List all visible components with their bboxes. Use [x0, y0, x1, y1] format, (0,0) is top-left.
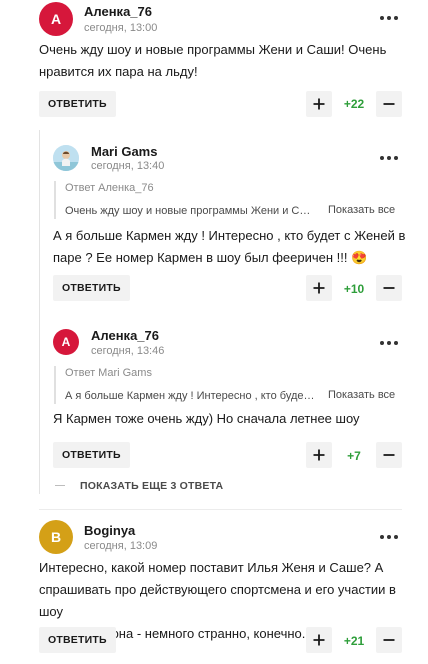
avatar[interactable]: А — [53, 329, 79, 355]
quote-author: Ответ Mari Gams — [65, 367, 152, 379]
comment-time: сегодня, 13:40 — [91, 160, 165, 172]
comment-author[interactable]: Mari Gams — [91, 144, 157, 159]
comment-author[interactable]: Boginya — [84, 523, 135, 538]
show-more-replies-button[interactable]: ПОКАЗАТЬ ЕЩЕ 3 ОТВЕТА — [80, 480, 223, 492]
avatar[interactable] — [53, 145, 79, 171]
user-photo-icon — [53, 145, 79, 171]
plus-icon — [313, 282, 325, 294]
comment-author[interactable]: Аленка_76 — [84, 4, 152, 19]
upvote-button[interactable] — [306, 91, 332, 117]
upvote-button[interactable] — [306, 627, 332, 653]
minus-icon — [383, 454, 395, 456]
downvote-button[interactable] — [376, 627, 402, 653]
reply-button[interactable]: ОТВЕТИТЬ — [53, 275, 130, 301]
comment-time: сегодня, 13:00 — [84, 22, 158, 34]
upvote-button[interactable] — [306, 275, 332, 301]
comment-time: сегодня, 13:46 — [91, 345, 165, 357]
quote-text: Очень жду шоу и новые программы Жени и С… — [65, 205, 311, 217]
more-options-icon[interactable] — [380, 153, 400, 163]
downvote-button[interactable] — [376, 275, 402, 301]
plus-icon — [313, 98, 325, 110]
downvote-button[interactable] — [376, 442, 402, 468]
vote-score: +22 — [343, 97, 365, 111]
comment-time: сегодня, 13:09 — [84, 540, 158, 552]
divider — [39, 509, 402, 510]
comment-author[interactable]: Аленка_76 — [91, 328, 159, 343]
comment-text-line: нравится их пара на льду! — [39, 64, 198, 79]
quote-author: Ответ Аленка_76 — [65, 182, 154, 194]
comment-text: Я Кармен тоже очень жду) Но сначала летн… — [53, 408, 413, 430]
vote-score: +10 — [343, 282, 365, 296]
avatar[interactable]: B — [39, 520, 73, 554]
more-options-icon[interactable] — [380, 13, 400, 23]
minus-icon — [383, 103, 395, 105]
comment-text-line: Интересно, какой номер поставит Илья Жен… — [39, 560, 384, 575]
show-more-dash — [55, 485, 65, 486]
minus-icon — [383, 287, 395, 289]
reply-quote[interactable]: Ответ Mari Gams А я больше Кармен жду ! … — [54, 366, 402, 404]
avatar[interactable]: А — [39, 2, 73, 36]
show-all-link[interactable]: Показать все — [328, 389, 395, 401]
vote-score: +21 — [343, 634, 365, 648]
upvote-button[interactable] — [306, 442, 332, 468]
comment-text: А я больше Кармен жду ! Интересно , кто … — [53, 225, 413, 269]
comment-text-line: спрашивать про действующего спортсмена и… — [39, 582, 396, 619]
reply-button[interactable]: ОТВЕТИТЬ — [39, 627, 116, 653]
reply-quote[interactable]: Ответ Аленка_76 Очень жду шоу и новые пр… — [54, 181, 402, 219]
comment-text-line: А я больше Кармен жду ! Интересно , кто … — [53, 228, 406, 243]
comment-text: Очень жду шоу и новые программы Жени и С… — [39, 39, 409, 83]
more-options-icon[interactable] — [380, 338, 400, 348]
minus-icon — [383, 639, 395, 641]
comment-text-line: Очень жду шоу и новые программы Жени и С… — [39, 42, 387, 57]
reply-button[interactable]: ОТВЕТИТЬ — [53, 442, 130, 468]
reply-button[interactable]: ОТВЕТИТЬ — [39, 91, 116, 117]
comment-text-line: паре ? Ее номер Кармен в шоу был феериче… — [53, 250, 368, 265]
vote-score: +7 — [347, 449, 361, 463]
more-options-icon[interactable] — [380, 532, 400, 542]
plus-icon — [313, 634, 325, 646]
thread-line — [39, 130, 40, 494]
plus-icon — [313, 449, 325, 461]
downvote-button[interactable] — [376, 91, 402, 117]
comment-text-line: Я Кармен тоже очень жду) Но сначала летн… — [53, 411, 360, 426]
show-all-link[interactable]: Показать все — [328, 204, 395, 216]
quote-text: А я больше Кармен жду ! Интересно , кто … — [65, 390, 315, 402]
